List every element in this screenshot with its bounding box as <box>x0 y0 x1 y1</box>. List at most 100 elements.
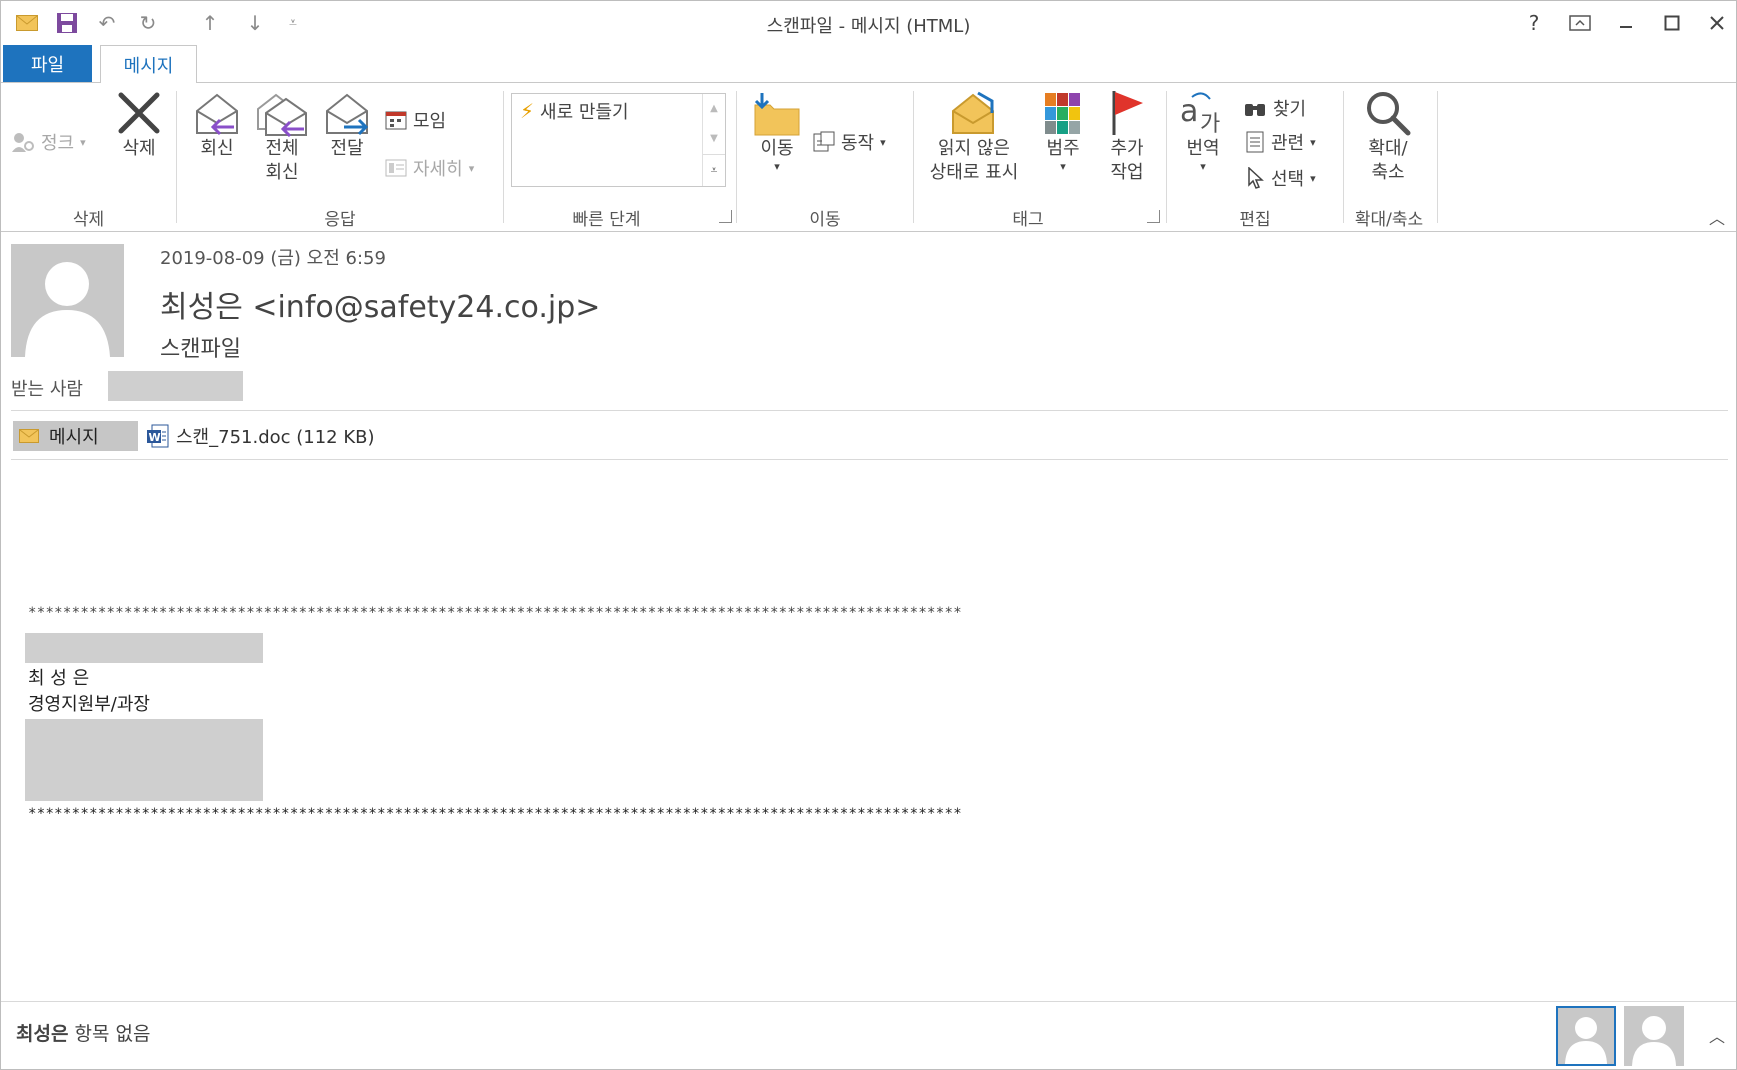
redacted-block <box>25 719 263 801</box>
chevron-down-icon: ▾ <box>468 161 475 175</box>
scroll-down-icon[interactable]: ▼ <box>703 124 725 154</box>
more-respond-button[interactable]: 자세히 ▾ <box>385 155 474 181</box>
group-separator <box>1166 91 1167 223</box>
group-separator <box>1437 91 1438 223</box>
reply-all-icon <box>257 93 307 137</box>
gallery-expand-icon[interactable]: ⩡ <box>703 154 725 185</box>
group-separator <box>736 91 737 223</box>
select-button[interactable]: 선택 ▾ <box>1247 165 1316 191</box>
zoom-label: 확대/ 축소 <box>1368 138 1408 183</box>
group-label-editing: 편집 <box>1239 210 1271 230</box>
close-icon[interactable] <box>1702 9 1732 37</box>
undo-icon[interactable]: ↶ <box>95 11 119 35</box>
down-arrow-icon[interactable]: ↓ <box>243 11 267 35</box>
scroll-up-icon[interactable]: ▲ <box>703 94 725 124</box>
sender-name[interactable]: 최성은 <info@safety24.co.jp> <box>160 282 600 326</box>
to-label: 받는 사람 <box>11 379 83 400</box>
title-bar: 스캔파일 - 메시지 (HTML) ↶ ↻ ↑ ↓ ⩡ ? <box>1 1 1736 45</box>
tab-file[interactable]: 파일 <box>3 45 92 83</box>
flag-icon <box>1112 91 1143 135</box>
meeting-button[interactable]: 모임 <box>385 107 446 133</box>
reply-all-label: 전체 회신 <box>265 138 299 183</box>
chevron-down-icon: ▾ <box>1310 171 1316 185</box>
junk-icon <box>12 133 34 152</box>
minimize-icon[interactable] <box>1611 9 1641 37</box>
dialog-launcher-icon[interactable] <box>719 210 732 223</box>
actions-button[interactable]: 동작 ▾ <box>813 129 886 155</box>
categorize-button[interactable]: 범주 ▾ <box>1035 89 1091 173</box>
actions-label: 동작 <box>841 133 875 154</box>
magnifier-icon <box>1367 92 1411 136</box>
reply-all-button[interactable]: 전체 회신 <box>251 89 313 185</box>
cursor-icon <box>1248 167 1264 189</box>
divider <box>11 459 1728 460</box>
quick-step-new-label: 새로 만들기 <box>540 102 629 123</box>
find-button[interactable]: 찾기 <box>1243 95 1306 121</box>
maximize-icon[interactable] <box>1657 9 1687 37</box>
more-label: 자세히 <box>413 159 463 180</box>
move-label: 이동 <box>760 138 794 159</box>
categorize-icon <box>1045 93 1080 134</box>
collapse-ribbon-icon[interactable]: ︿ <box>1709 205 1725 229</box>
forward-label: 전달 <box>330 138 364 159</box>
signature-stars-bottom: ****************************************… <box>28 806 962 822</box>
gallery-scrollbar[interactable]: ▲ ▼ ⩡ <box>702 94 725 186</box>
find-label: 찾기 <box>1273 99 1307 120</box>
reply-label: 회신 <box>200 138 234 159</box>
group-label-move: 이동 <box>809 210 841 230</box>
chevron-down-icon: ▾ <box>80 135 86 149</box>
translate-button[interactable]: a가 번역 ▾ <box>1175 89 1231 173</box>
follow-up-button[interactable]: 추가 작업 <box>1097 89 1157 185</box>
ribbon-display-options-icon[interactable] <box>1565 9 1595 37</box>
group-label-tags: 태그 <box>1012 210 1044 230</box>
divider <box>11 410 1728 411</box>
up-arrow-icon[interactable]: ↑ <box>198 11 222 35</box>
person-photo[interactable] <box>1624 1006 1684 1066</box>
people-pane <box>1 1001 1736 1069</box>
svg-text:가: 가 <box>1200 112 1220 137</box>
chevron-down-icon: ▾ <box>1310 135 1316 149</box>
signature-dept: 경영지원부/과장 <box>28 694 150 715</box>
expand-people-pane-icon[interactable]: ︿ <box>1709 1023 1725 1047</box>
mark-unread-label: 읽지 않은 상태로 표시 <box>929 138 1019 183</box>
attachment-file[interactable]: W 스캔_751.doc (112 KB) <box>146 421 375 451</box>
group-separator <box>913 91 914 223</box>
move-button[interactable]: 이동 ▾ <box>747 91 807 173</box>
select-label: 선택 <box>1271 169 1305 190</box>
mark-unread-button[interactable]: 읽지 않은 상태로 표시 <box>919 89 1029 185</box>
help-button[interactable]: ? <box>1519 9 1549 37</box>
translate-label: 번역 <box>1186 138 1220 159</box>
chevron-down-icon: ▾ <box>1200 160 1206 173</box>
related-label: 관련 <box>1271 133 1305 154</box>
redo-icon[interactable]: ↻ <box>136 11 160 35</box>
delete-button[interactable]: 삭제 <box>109 89 169 161</box>
related-button[interactable]: 관련 ▾ <box>1245 129 1316 155</box>
person-photo-selected[interactable] <box>1556 1006 1616 1066</box>
more-icon <box>385 159 407 177</box>
recipient-redacted <box>108 371 243 401</box>
mark-unread-icon <box>952 91 994 134</box>
dialog-launcher-icon[interactable] <box>1147 210 1160 223</box>
svg-text:W: W <box>149 431 161 444</box>
customize-dropdown-icon[interactable]: ⩡ <box>281 11 305 35</box>
chevron-down-icon: ▾ <box>880 135 886 149</box>
group-label-respond: 응답 <box>324 210 356 230</box>
zoom-button[interactable]: 확대/ 축소 <box>1351 89 1425 185</box>
junk-button[interactable]: 정크 ▾ <box>11 129 86 155</box>
people-pane-status-text: 항목 없음 <box>74 1023 151 1045</box>
group-label-quick-steps: 빠른 단계 <box>572 210 641 230</box>
move-folder-icon <box>754 93 800 136</box>
sent-date: 2019-08-09 (금) 오전 6:59 <box>160 248 386 269</box>
binoculars-icon <box>1245 104 1265 116</box>
people-pane-person[interactable]: 최성은 <box>16 1023 68 1045</box>
save-icon[interactable] <box>55 11 79 35</box>
quick-step-new[interactable]: ⚡ 새로 만들기 <box>520 98 629 124</box>
chevron-down-icon: ▾ <box>1060 160 1066 173</box>
reply-button[interactable]: 회신 <box>187 89 247 161</box>
tab-message[interactable]: 메시지 <box>100 45 197 83</box>
meeting-label: 모임 <box>413 111 447 132</box>
message-view-button[interactable]: 메시지 <box>13 421 138 451</box>
forward-button[interactable]: 전달 <box>317 89 377 161</box>
outlook-message-window: 스캔파일 - 메시지 (HTML) ↶ ↻ ↑ ↓ ⩡ ? 파일 메시지 정크 … <box>0 0 1737 1070</box>
chevron-down-icon: ▾ <box>774 160 780 173</box>
